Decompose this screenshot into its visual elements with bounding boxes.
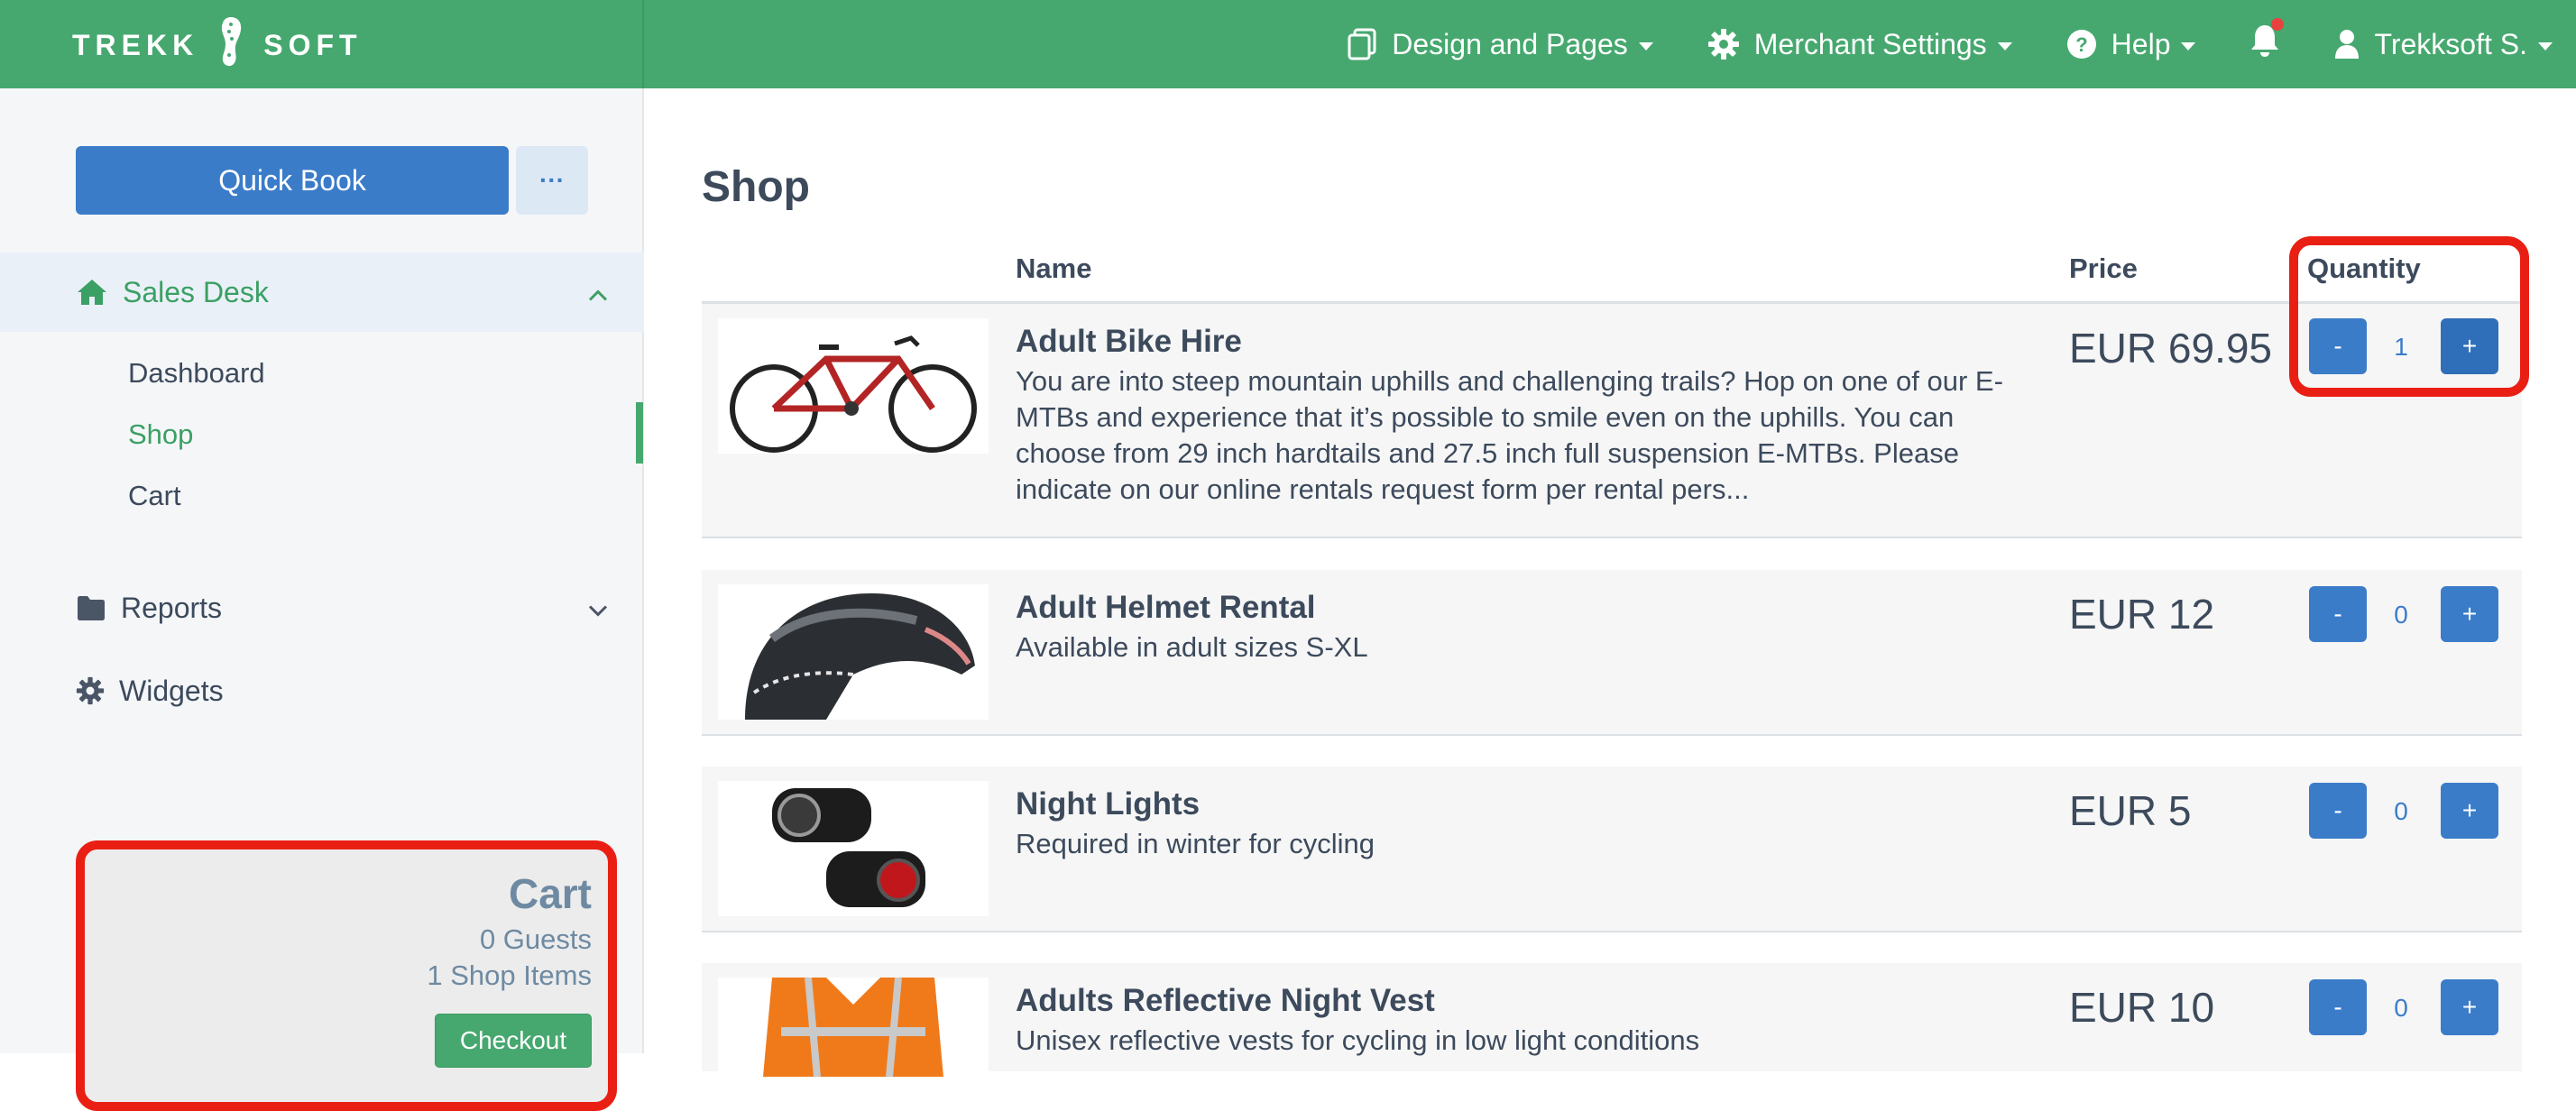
nav-design-and-pages[interactable]: Design and Pages [1347, 28, 1653, 61]
sidebar-item-sales-desk[interactable]: Sales Desk [0, 252, 644, 332]
product-image-lights [718, 781, 989, 916]
sidebar-item-cart[interactable]: Cart [128, 480, 181, 512]
sidebar: Quick Book ··· Sales Desk Dashboard Shop… [0, 88, 644, 1111]
chevron-down-icon [588, 592, 608, 625]
home-icon [76, 278, 108, 307]
quantity-value[interactable]: 0 [2374, 994, 2428, 1023]
sidebar-item-label: Widgets [119, 674, 224, 707]
nav-help[interactable]: ? Help [2066, 28, 2196, 61]
table-row: Adult Bike Hire You are into steep mount… [702, 304, 2522, 538]
product-description: Unisex reflective vests for cycling in l… [1016, 1024, 1700, 1056]
table-row: Night Lights Required in winter for cycl… [702, 767, 2522, 932]
product-description: Available in adult sizes S-XL [1016, 631, 1368, 663]
more-options-button[interactable]: ··· [516, 146, 588, 215]
brand-text-right: SOFT [263, 28, 363, 61]
svg-text:?: ? [2075, 33, 2087, 56]
product-description: Required in winter for cycling [1016, 828, 1375, 859]
notifications-button[interactable] [2249, 18, 2285, 65]
folder-icon [76, 594, 106, 621]
product-name[interactable]: Adults Reflective Night Vest [1016, 983, 1435, 1019]
sidebar-item-shop[interactable]: Shop [128, 418, 193, 451]
product-price: EUR 69.95 [2069, 325, 2273, 372]
brand-zone: TREKK SOFT [0, 0, 644, 88]
notification-dot [2271, 18, 2285, 31]
checkout-button[interactable]: Checkout [435, 1014, 592, 1068]
column-header-name: Name [1016, 252, 1092, 284]
quantity-highlight-annotation [2289, 236, 2529, 397]
nav-label: Design and Pages [1392, 27, 1628, 60]
nav-label: Merchant Settings [1753, 27, 1987, 60]
product-price: EUR 10 [2069, 984, 2215, 1031]
product-name[interactable]: Adult Helmet Rental [1016, 590, 1316, 626]
cog-icon [76, 676, 105, 705]
table-row: Adult Helmet Rental Available in adult s… [702, 570, 2522, 736]
nav-merchant-settings[interactable]: Merchant Settings [1707, 28, 2012, 61]
product-name[interactable]: Adult Bike Hire [1016, 324, 1242, 360]
column-header-price: Price [2069, 252, 2138, 284]
caret-down-icon [2538, 41, 2553, 50]
quantity-decrease-button[interactable]: - [2309, 586, 2367, 642]
user-menu[interactable]: Trekksoft S. [2334, 28, 2553, 61]
quantity-increase-button[interactable]: + [2441, 783, 2498, 839]
sidebar-item-dashboard[interactable]: Dashboard [128, 357, 265, 390]
top-nav: Design and Pages Merchant Settings ? Hel… [1293, 0, 2576, 88]
quantity-increase-button[interactable]: + [2441, 586, 2498, 642]
sidebar-item-label: Sales Desk [123, 275, 269, 308]
quantity-decrease-button[interactable]: - [2309, 979, 2367, 1035]
sidebar-item-label: Reports [121, 591, 223, 624]
product-image-bike [718, 318, 989, 454]
quantity-value[interactable]: 0 [2374, 797, 2428, 826]
cart-title: Cart [508, 870, 592, 917]
copy-icon [1348, 28, 1376, 60]
question-circle-icon: ? [2066, 30, 2096, 59]
active-indicator [636, 402, 643, 464]
product-description: You are into steep mountain uphills and … [1016, 365, 2003, 505]
sidebar-item-widgets[interactable]: Widgets [0, 655, 644, 727]
cart-guests: 0 Guests [479, 923, 592, 955]
cart-shop-items: 1 Shop Items [427, 960, 592, 991]
product-image-helmet [718, 584, 989, 720]
brand-logo[interactable]: TREKK SOFT [72, 17, 363, 70]
sidebar-item-reports[interactable]: Reports [0, 572, 644, 644]
quantity-decrease-button[interactable]: - [2309, 783, 2367, 839]
gear-icon [1707, 29, 1739, 60]
quick-book-button[interactable]: Quick Book [76, 146, 509, 215]
product-price: EUR 5 [2069, 787, 2192, 834]
product-name[interactable]: Night Lights [1016, 786, 1200, 822]
caret-down-icon [2181, 41, 2196, 50]
chevron-up-icon [588, 276, 608, 309]
top-bar: TREKK SOFT Design and Pages Merchant Set… [0, 0, 2576, 88]
brand-text-left: TREKK [72, 28, 199, 61]
user-icon [2335, 30, 2360, 59]
product-image-vest [718, 978, 989, 1077]
caret-down-icon [1997, 41, 2012, 50]
quantity-value[interactable]: 0 [2374, 601, 2428, 629]
cart-summary: Cart 0 Guests 1 Shop Items Checkout [76, 840, 617, 1111]
product-price: EUR 12 [2069, 591, 2215, 638]
user-name: Trekksoft S. [2374, 27, 2527, 60]
table-row: Adults Reflective Night Vest Unisex refl… [702, 963, 2522, 1077]
page-title: Shop [702, 163, 810, 211]
quantity-increase-button[interactable]: + [2441, 979, 2498, 1035]
caret-down-icon [1638, 41, 1653, 50]
nav-label: Help [2111, 27, 2171, 60]
shoe-icon [218, 15, 244, 75]
